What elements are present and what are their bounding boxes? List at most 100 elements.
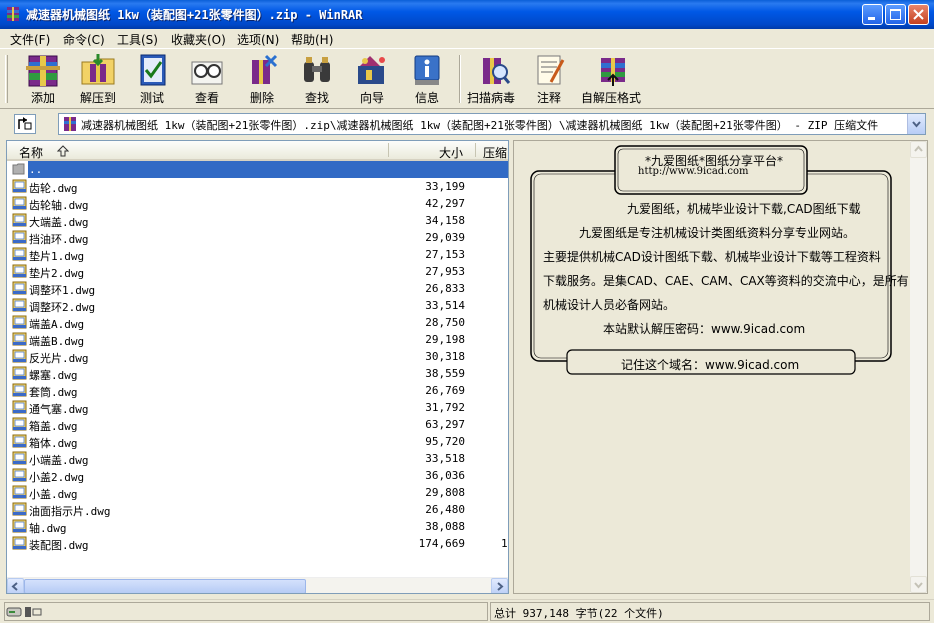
menu-file[interactable]: 文件(F): [10, 31, 50, 48]
file-row[interactable]: 端盖B.dwg 29,198: [7, 331, 508, 348]
file-name: 油面指示片.dwg: [29, 505, 111, 518]
file-row[interactable]: 调整环2.dwg 33,514: [7, 297, 508, 314]
file-row[interactable]: 调整环1.dwg 26,833: [7, 280, 508, 297]
file-row[interactable]: 挡油环.dwg 29,039: [7, 229, 508, 246]
file-name: 端盖A.dwg: [29, 318, 85, 331]
comment-header-url: http://www.9icad.com: [638, 166, 749, 177]
column-divider[interactable]: [475, 143, 476, 157]
dwg-file-icon: [12, 230, 27, 244]
scroll-left-button[interactable]: [7, 578, 24, 593]
menu-tools[interactable]: 工具(S): [117, 31, 158, 48]
scroll-up-button[interactable]: [910, 141, 927, 158]
horizontal-scrollbar[interactable]: [7, 577, 508, 593]
maximize-icon: [890, 9, 901, 20]
menu-help[interactable]: 帮助(H): [291, 31, 333, 48]
file-row[interactable]: 装配图.dwg 174,669 1: [7, 535, 508, 552]
file-name: 调整环2.dwg: [29, 301, 96, 314]
close-button[interactable]: [908, 4, 929, 25]
delete-button[interactable]: 删除: [234, 52, 290, 106]
file-row[interactable]: 垫片2.dwg 27,953: [7, 263, 508, 280]
file-size: 26,769: [425, 384, 465, 397]
file-row[interactable]: 套筒.dwg 26,769: [7, 382, 508, 399]
file-size: 27,153: [425, 248, 465, 261]
info-button[interactable]: 信息: [399, 52, 455, 106]
delete-icon: [252, 54, 278, 84]
file-row[interactable]: 小盖2.dwg 36,036: [7, 467, 508, 484]
file-row[interactable]: 通气塞.dwg 31,792: [7, 399, 508, 416]
file-name: 垫片2.dwg: [29, 267, 85, 280]
maximize-button[interactable]: [885, 4, 906, 25]
dwg-file-icon: [12, 536, 27, 550]
file-row[interactable]: 小端盖.dwg 33,518: [7, 450, 508, 467]
file-row[interactable]: 轴.dwg 38,088: [7, 518, 508, 535]
parent-folder-row[interactable]: ..: [7, 161, 508, 178]
file-name: 箱体.dwg: [29, 437, 78, 450]
title-bar[interactable]: 减速器机械图纸 1kw（装配图+21张零件图）.zip - WinRAR: [0, 0, 934, 29]
file-size: 29,808: [425, 486, 465, 499]
scan-virus-icon: [483, 58, 511, 84]
menu-options[interactable]: 选项(N): [237, 31, 279, 48]
scroll-right-button[interactable]: [491, 578, 508, 593]
comment-button[interactable]: 注释: [521, 52, 577, 106]
minimize-icon: [868, 17, 875, 20]
view-button[interactable]: 查看: [179, 52, 235, 106]
sfx-button[interactable]: 自解压格式: [581, 52, 641, 106]
dwg-file-icon: [12, 349, 27, 363]
view-glasses-icon: [191, 61, 223, 85]
add-button[interactable]: 添加: [15, 52, 71, 106]
comment-label: 注释: [536, 91, 561, 105]
file-row[interactable]: 箱体.dwg 95,720: [7, 433, 508, 450]
toolbar-grip[interactable]: [5, 55, 8, 103]
file-size: 28,750: [425, 316, 465, 329]
file-packed-size: 1: [501, 537, 508, 550]
column-size-header[interactable]: 大小: [439, 144, 463, 161]
winrar-app-icon: [7, 7, 19, 21]
toolbar: 添加 解压到 测试 查看 删除 查找 向导 信息 扫描病毒 注释 自解压格式: [0, 48, 934, 108]
file-row[interactable]: 螺塞.dwg 38,559: [7, 365, 508, 382]
file-row[interactable]: 反光片.dwg 30,318: [7, 348, 508, 365]
file-row[interactable]: 垫片1.dwg 27,153: [7, 246, 508, 263]
wizard-button[interactable]: 向导: [344, 52, 400, 106]
up-one-level-button[interactable]: [14, 114, 36, 134]
file-size: 31,792: [425, 401, 465, 414]
menu-commands[interactable]: 命令(C): [63, 31, 105, 48]
column-headers: 名称 大小 压缩: [7, 141, 508, 161]
file-name: 齿轮轴.dwg: [29, 199, 89, 212]
extract-button[interactable]: 解压到: [70, 52, 126, 106]
close-icon: [913, 9, 924, 20]
test-button[interactable]: 测试: [124, 52, 180, 106]
file-list-pane: 名称 大小 压缩 .. 齿轮.dwg 33,199 齿轮轴.dwg 42,297 大端盖…: [6, 140, 509, 594]
selection-highlight: [28, 161, 508, 178]
file-name: 小盖2.dwg: [29, 471, 85, 484]
file-row[interactable]: 小盖.dwg 29,808: [7, 484, 508, 501]
scan-virus-button[interactable]: 扫描病毒: [465, 52, 521, 106]
file-row[interactable]: 箱盖.dwg 63,297: [7, 416, 508, 433]
file-row[interactable]: 油面指示片.dwg 26,480: [7, 501, 508, 518]
path-combobox[interactable]: 减速器机械图纸 1kw（装配图+21张零件图）.zip\减速器机械图纸 1kw（…: [58, 113, 926, 135]
horizontal-scroll-thumb[interactable]: [24, 579, 306, 593]
column-packed-header[interactable]: 压缩: [483, 144, 507, 161]
file-row[interactable]: 齿轮.dwg 33,199: [7, 178, 508, 195]
dwg-file-icon: [12, 383, 27, 397]
vertical-scrollbar[interactable]: [910, 141, 927, 593]
column-divider[interactable]: [388, 143, 389, 157]
file-row[interactable]: 齿轮轴.dwg 42,297: [7, 195, 508, 212]
drive-network-icon[interactable]: [6, 605, 44, 619]
scroll-down-button[interactable]: [910, 576, 927, 593]
file-size: 174,669: [418, 537, 465, 550]
file-row[interactable]: 大端盖.dwg 34,158: [7, 212, 508, 229]
menu-favorites[interactable]: 收藏夹(O): [171, 31, 226, 48]
window-title: 减速器机械图纸 1kw（装配图+21张零件图）.zip - WinRAR: [26, 8, 363, 22]
find-button[interactable]: 查找: [289, 52, 345, 106]
file-size: 33,518: [425, 452, 465, 465]
file-size: 33,199: [425, 180, 465, 193]
file-name: 垫片1.dwg: [29, 250, 85, 263]
minimize-button[interactable]: [862, 4, 883, 25]
path-dropdown-button[interactable]: [907, 114, 925, 134]
file-row[interactable]: 端盖A.dwg 28,750: [7, 314, 508, 331]
up-arrow-icon: [18, 117, 32, 130]
status-total-text: 总计 937,148 字节(22 个文件): [494, 607, 664, 620]
column-name-header[interactable]: 名称: [19, 144, 43, 161]
file-name: 箱盖.dwg: [29, 420, 78, 433]
file-size: 95,720: [425, 435, 465, 448]
